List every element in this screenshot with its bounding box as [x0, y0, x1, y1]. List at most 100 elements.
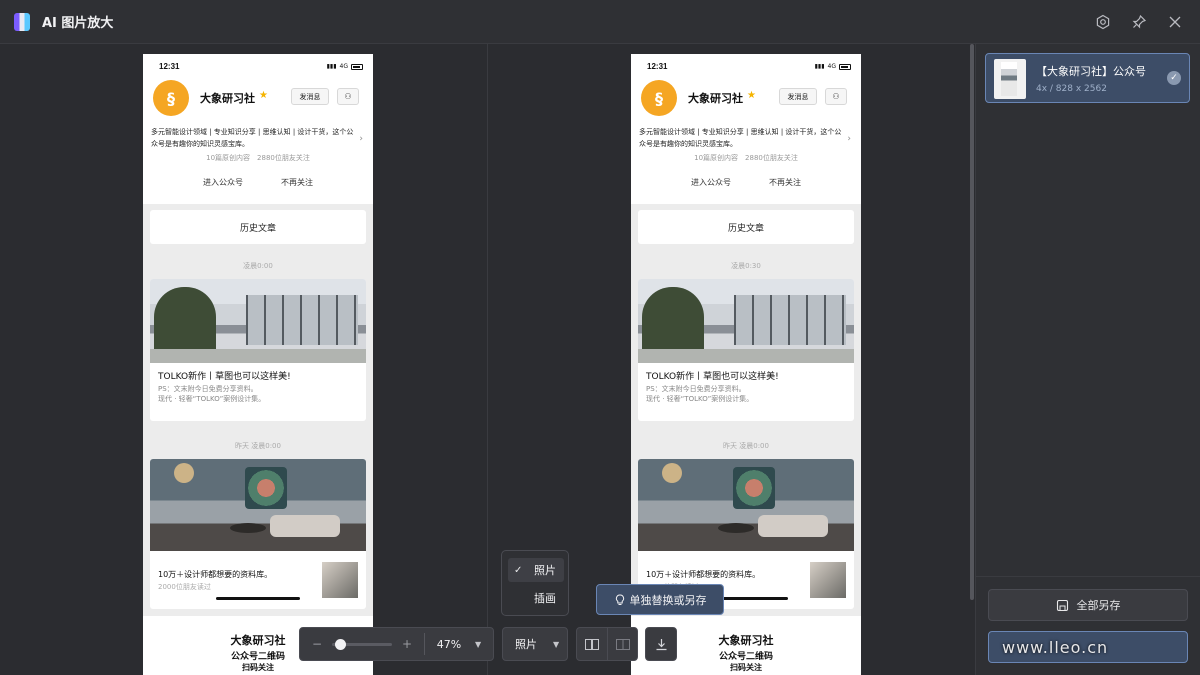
chevron-right-icon: › [847, 134, 851, 144]
pin-icon[interactable] [1124, 7, 1154, 37]
file-name: 【大象研习社】公众号 [1036, 65, 1146, 78]
watermark: www.lleo.cn [1002, 638, 1109, 657]
article-summary-2: 现代 · 轻奢“TOLKO”案例设计集。 [158, 395, 266, 403]
article-summary: PS：文末附今日免费分享资料。 [646, 385, 746, 393]
qr-subtitle-2: 扫码关注 [730, 663, 762, 672]
mode-option-illustration[interactable]: 插画 [508, 586, 564, 610]
time-label-2: 昨天 凌晨0:00 [723, 442, 769, 450]
sidebar-divider [976, 576, 1200, 577]
account-description: 多元智能设计领域 | 专业知识分享 | 思维认知 | 设计干货，这个公众号是有趣… [151, 128, 354, 148]
chevron-down-icon: ▼ [553, 639, 560, 649]
file-info: 4x / 828 x 2562 [1036, 84, 1107, 94]
vertical-scrollbar[interactable] [970, 44, 974, 600]
article-image-2 [638, 459, 854, 551]
time-label: 凌晨0:30 [731, 262, 761, 270]
message-button: 发消息 [779, 88, 817, 105]
article-thumb [322, 562, 358, 598]
history-articles: 历史文章 [638, 210, 854, 244]
check-icon: ✓ [514, 564, 523, 576]
article-summary-2: 现代 · 轻奢“TOLKO”案例设计集。 [646, 395, 754, 403]
account-links: 进入公众号 不再关注 [631, 177, 861, 188]
user-icon: ⚇ [825, 88, 847, 105]
file-list-item[interactable]: 【大象研习社】公众号 4x / 828 x 2562 ✓ [985, 53, 1190, 103]
settings-icon[interactable] [1088, 7, 1118, 37]
time-label: 凌晨0:00 [243, 262, 273, 270]
side-by-side-view-button[interactable] [577, 628, 607, 660]
status-time: 12:31 [159, 62, 180, 71]
check-icon[interactable]: ✓ [1167, 71, 1181, 85]
status-time: 12:31 [647, 62, 668, 71]
article-image-2 [150, 459, 366, 551]
zoom-slider-thumb[interactable] [335, 638, 347, 650]
mode-select-value: 照片 [515, 638, 537, 651]
lightbulb-icon [615, 593, 624, 605]
history-articles: 历史文章 [150, 210, 366, 244]
save-all-button[interactable]: 全部另存 [988, 589, 1188, 621]
mode-dropdown-menu: ✓ 照片 插画 [501, 550, 569, 616]
app-title: AI 图片放大 [42, 16, 114, 31]
article-summary: PS：文末附今日免费分享资料。 [158, 385, 258, 393]
account-name: 大象研习社 [200, 92, 255, 105]
app-logo-icon [14, 12, 30, 31]
enter-account-link: 进入公众号 [203, 178, 243, 187]
enter-account-link: 进入公众号 [691, 178, 731, 187]
account-stats: 10篇原创内容 2880位朋友关注 [206, 154, 310, 162]
compare-workspace[interactable]: 12:31 ▮▮▮ 4G § 大象研习社 ★ 发消息 ⚇ 多元智能设计领域 | 专… [0, 44, 975, 675]
home-indicator [216, 597, 300, 600]
split-view-button[interactable] [607, 628, 637, 660]
save-all-label: 全部另存 [1076, 599, 1121, 612]
mode-select[interactable]: 照片 ▼ [502, 627, 568, 661]
account-name: 大象研习社 [688, 92, 743, 105]
window-actions [1088, 0, 1190, 44]
replace-save-tooltip[interactable]: 单独替换或另存 [596, 584, 724, 615]
star-icon: ★ [747, 90, 756, 101]
compare-divider[interactable] [487, 44, 488, 675]
chevron-down-icon[interactable]: ▼ [475, 640, 481, 649]
view-mode-group [576, 627, 638, 661]
article-title-2: 10万＋设计师都想要的资料库。 [646, 570, 761, 579]
article-image [638, 279, 854, 363]
battery-icon [351, 63, 363, 70]
zoom-slider[interactable] [332, 638, 392, 650]
message-button: 发消息 [291, 88, 329, 105]
download-icon [656, 638, 666, 650]
user-icon: ⚇ [337, 88, 359, 105]
file-thumbnail [994, 59, 1026, 99]
title-bar: AI 图片放大 [0, 0, 1200, 44]
tooltip-text: 单独替换或另存 [629, 593, 707, 607]
article-title: TOLKO新作丨草图也可以这样美! [646, 372, 779, 382]
battery-icon [839, 63, 851, 70]
zoom-out-button[interactable]: − [308, 637, 326, 651]
star-icon: ★ [259, 90, 268, 101]
account-stats: 10篇原创内容 2880位朋友关注 [694, 154, 798, 162]
article-image [150, 279, 366, 363]
article-title-2: 10万＋设计师都想要的资料库。 [158, 570, 273, 579]
account-links: 进入公众号 不再关注 [143, 177, 373, 188]
time-label-2: 昨天 凌晨0:00 [235, 442, 281, 450]
zoom-control: − + 47% ▼ [299, 627, 494, 661]
zoom-in-button[interactable]: + [398, 637, 416, 651]
close-icon[interactable] [1160, 7, 1190, 37]
unfollow-link: 不再关注 [281, 178, 313, 187]
account-description: 多元智能设计领域 | 专业知识分享 | 思维认知 | 设计干货，这个公众号是有趣… [639, 128, 842, 148]
original-preview: 12:31 ▮▮▮ 4G § 大象研习社 ★ 发消息 ⚇ 多元智能设计领域 | 专… [143, 54, 373, 675]
upscaled-preview: 12:31 ▮▮▮ 4G § 大象研习社 ★ 发消息 ⚇ 多元智能设计领域 | 专… [631, 54, 861, 675]
status-signal: ▮▮▮ 4G [327, 63, 363, 70]
status-signal: ▮▮▮ 4G [815, 63, 851, 70]
article-reads: 2000位朋友读过 [158, 583, 211, 591]
article-card-2: 10万＋设计师都想要的资料库。 2000位朋友读过 [150, 459, 366, 609]
zoom-value[interactable]: 47% [425, 638, 473, 651]
mode-option-photo[interactable]: ✓ 照片 [508, 558, 564, 582]
account-avatar: § [153, 80, 189, 116]
qr-subtitle-2: 扫码关注 [242, 663, 274, 672]
account-avatar: § [641, 80, 677, 116]
article-card: TOLKO新作丨草图也可以这样美! PS：文末附今日免费分享资料。 现代 · 轻… [150, 279, 366, 421]
file-sidebar: 【大象研习社】公众号 4x / 828 x 2562 ✓ 全部另存 www.ll… [975, 44, 1200, 675]
article-card: TOLKO新作丨草图也可以这样美! PS：文末附今日免费分享资料。 现代 · 轻… [638, 279, 854, 421]
article-thumb [810, 562, 846, 598]
chevron-right-icon: › [359, 134, 363, 144]
download-button[interactable] [645, 627, 677, 661]
article-title: TOLKO新作丨草图也可以这样美! [158, 372, 291, 382]
unfollow-link: 不再关注 [769, 178, 801, 187]
save-icon [1056, 599, 1068, 611]
